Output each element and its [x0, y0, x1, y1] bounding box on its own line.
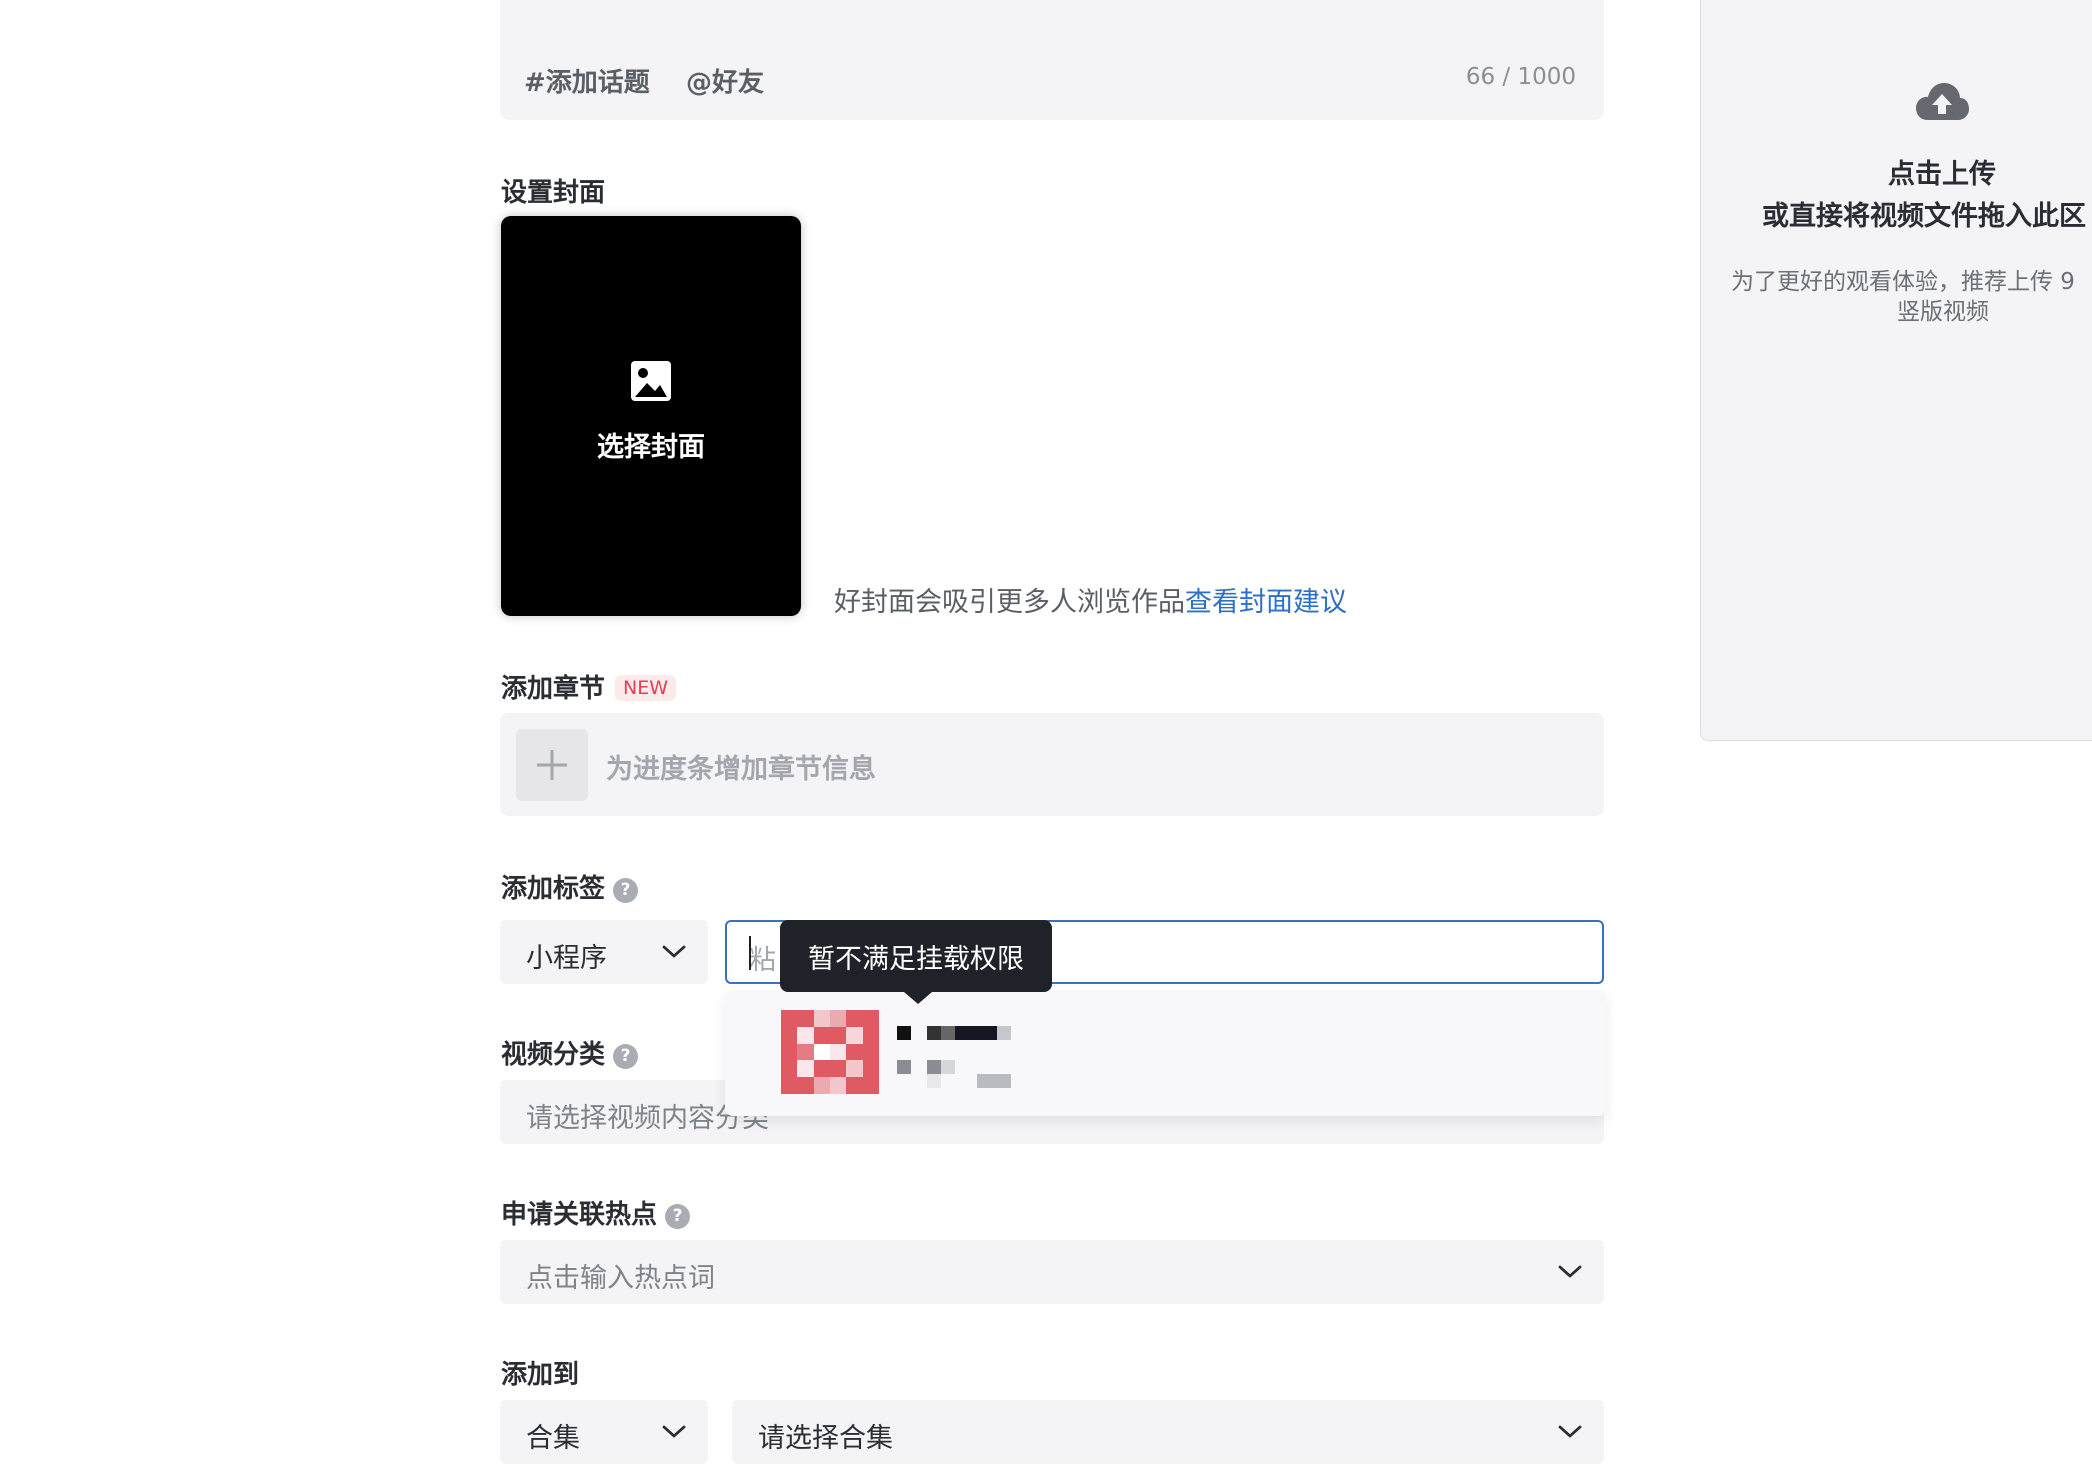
collection-select[interactable]: 请选择合集	[732, 1400, 1604, 1464]
blurred-name	[897, 1026, 911, 1040]
tooltip-arrow	[904, 992, 932, 1004]
chevron-down-icon	[1558, 1265, 1582, 1278]
select-cover-label: 选择封面	[597, 431, 705, 463]
category-label-text: 视频分类	[501, 1040, 606, 1070]
image-icon	[631, 360, 671, 401]
blurred-desc	[927, 1060, 941, 1074]
help-icon[interactable]: ?	[665, 1204, 691, 1229]
new-badge: NEW	[615, 675, 677, 701]
cover-advice-link[interactable]: 查看封面建议	[1185, 587, 1347, 618]
tag-input-placeholder: 粘	[749, 945, 776, 976]
category-section-label: 视频分类?	[501, 1034, 639, 1071]
tag-type-value: 小程序	[526, 943, 607, 974]
description-textarea[interactable]: #添加话题 @好友 66 / 1000	[500, 0, 1604, 120]
chevron-down-icon	[1558, 1425, 1582, 1438]
tag-type-select[interactable]: 小程序	[500, 920, 708, 984]
chevron-down-icon	[662, 945, 686, 958]
add-to-type-value: 合集	[526, 1423, 580, 1454]
help-icon[interactable]: ?	[613, 1044, 639, 1069]
upload-subtitle: 或直接将视频文件拖入此区	[1762, 201, 2086, 232]
cover-hint: 好封面会吸引更多人浏览作品查看封面建议	[834, 580, 1347, 619]
upload-hint-line2: 竖版视频	[1897, 299, 1989, 325]
chapter-section-label: 添加章节 NEW	[501, 668, 677, 705]
video-upload-area[interactable]	[1700, 0, 2092, 741]
chevron-down-icon	[662, 1425, 686, 1438]
tags-label-text: 添加标签	[501, 874, 606, 904]
text-caret	[749, 936, 751, 970]
add-to-type-select[interactable]: 合集	[500, 1400, 708, 1464]
add-topic-button[interactable]: #添加话题	[524, 62, 650, 99]
blurred-name	[997, 1026, 1011, 1040]
cloud-upload-icon	[1916, 83, 1969, 120]
blurred-desc	[927, 1074, 941, 1088]
plus-icon	[537, 750, 567, 780]
mini-program-dropdown	[725, 990, 1606, 1116]
add-to-section-label: 添加到	[501, 1360, 580, 1390]
collection-placeholder: 请选择合集	[758, 1423, 893, 1454]
mini-program-thumbnail[interactable]	[781, 1010, 879, 1094]
hotspot-select[interactable]: 点击输入热点词	[500, 1240, 1604, 1304]
mention-friend-button[interactable]: @好友	[686, 62, 764, 99]
add-chapter-button[interactable]	[516, 729, 588, 801]
hotspot-section-label: 申请关联热点?	[501, 1194, 691, 1231]
help-icon[interactable]: ?	[613, 878, 639, 903]
upload-hint-line1: 为了更好的观看体验，推荐上传 9	[1731, 269, 2075, 295]
char-counter: 66 / 1000	[1465, 64, 1576, 90]
blurred-name	[941, 1026, 955, 1040]
hotspot-placeholder: 点击输入热点词	[526, 1263, 715, 1294]
permission-tooltip: 暂不满足挂载权限	[780, 920, 1052, 992]
tags-section-label: 添加标签?	[501, 868, 639, 905]
select-cover-button[interactable]: 选择封面	[501, 216, 801, 616]
blurred-name	[927, 1026, 941, 1040]
add-chapter-field[interactable]: 为进度条增加章节信息	[500, 713, 1604, 816]
blurred-desc	[897, 1060, 911, 1074]
blurred-desc	[941, 1060, 955, 1074]
blurred-desc	[977, 1074, 1011, 1088]
blurred-name	[955, 1026, 997, 1040]
cover-hint-text: 好封面会吸引更多人浏览作品	[834, 587, 1185, 618]
cover-section-label: 设置封面	[501, 178, 606, 208]
hotspot-label-text: 申请关联热点	[501, 1200, 658, 1230]
chapter-label-text: 添加章节	[501, 674, 606, 704]
chapter-placeholder: 为进度条增加章节信息	[606, 754, 876, 785]
upload-title: 点击上传	[1888, 159, 1996, 190]
